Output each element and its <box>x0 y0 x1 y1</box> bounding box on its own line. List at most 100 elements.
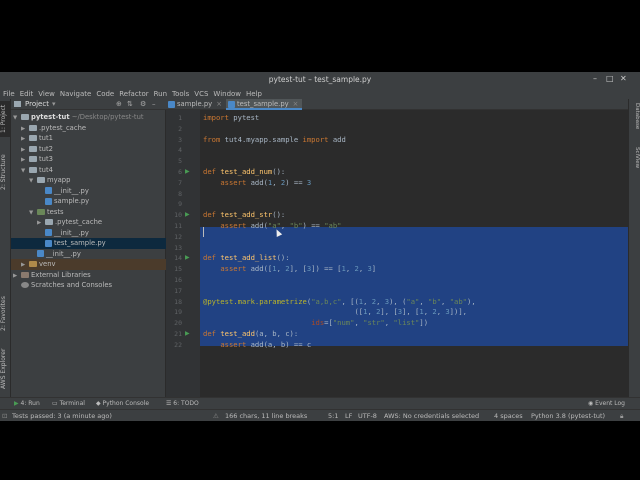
ide-window: pytest-tut – test_sample.py – □ ✕ File E… <box>0 72 640 421</box>
menu-help[interactable]: Help <box>246 90 262 98</box>
terminal-tool-label: Terminal <box>59 400 85 407</box>
menu-run[interactable]: Run <box>154 90 167 98</box>
tree-label: venv <box>39 260 56 268</box>
collapse-icon[interactable]: ⇅ <box>127 100 133 108</box>
tab-test-sample-py[interactable]: test_sample.py × <box>226 99 303 110</box>
tree-label: .pytest_cache <box>55 218 103 226</box>
code-line: @pytest.mark.parametrize("a,b,c", [(1, 2… <box>203 296 476 306</box>
tree-item-selected[interactable]: test_sample.py <box>11 238 166 249</box>
python-interpreter[interactable]: Python 3.8 (pytest-tut) <box>531 412 605 420</box>
line-number: 11 <box>174 222 182 230</box>
code-editor[interactable]: import pytest from tut4.myapp.sample impo… <box>200 110 628 397</box>
tree-item[interactable]: Scratches and Consoles <box>11 280 166 291</box>
tool-tab-sciview[interactable]: SciView <box>630 147 640 177</box>
python-file-icon <box>45 229 52 236</box>
line-separator[interactable]: LF <box>345 412 352 420</box>
menu-file[interactable]: File <box>3 90 15 98</box>
run-test-icon[interactable]: ▶ <box>185 210 190 221</box>
file-encoding[interactable]: UTF-8 <box>358 412 377 420</box>
menu-window[interactable]: Window <box>213 90 241 98</box>
cursor-position[interactable]: 5:1 <box>328 412 338 420</box>
line-number: 5 <box>178 157 182 166</box>
tree-item[interactable]: __init__.py <box>11 249 166 260</box>
tool-tab-favorites[interactable]: 2: Favorites <box>0 289 11 339</box>
python-console-label: Python Console <box>102 400 150 407</box>
indent-setting[interactable]: 4 spaces <box>494 412 523 420</box>
close-icon[interactable]: ✕ <box>620 74 627 83</box>
gear-icon[interactable]: ⚙ <box>140 100 146 108</box>
menu-edit[interactable]: Edit <box>20 90 34 98</box>
run-tool-button[interactable]: ▶ 4: Run <box>14 400 40 407</box>
code-line: def test_add(a, b, c): <box>203 329 299 338</box>
status-message[interactable]: Tests passed: 3 (a minute ago) <box>12 412 112 420</box>
run-test-icon[interactable]: ▶ <box>185 167 190 178</box>
tree-root[interactable]: ▼ pytest-tut ~/Desktop/pytest-tut <box>11 112 166 123</box>
run-test-icon[interactable]: ▶ <box>185 329 190 340</box>
folder-icon <box>21 114 29 120</box>
code-line: import pytest <box>203 113 260 122</box>
line-number: 19 <box>174 308 182 317</box>
editor-tabs: sample.py × test_sample.py × <box>166 99 628 110</box>
tree-item[interactable]: ▶ .pytest_cache <box>11 217 166 228</box>
tree-item[interactable]: ▼ tests <box>11 207 166 218</box>
tree-item[interactable]: ▶ tut2 <box>11 144 166 155</box>
line-number: 17 <box>174 286 182 295</box>
tool-tab-structure[interactable]: 2: Structure <box>0 147 11 197</box>
terminal-tool-button[interactable]: ▭ Terminal <box>52 400 85 407</box>
tree-item[interactable]: sample.py <box>11 196 166 207</box>
tree-label: __init__.py <box>54 186 89 195</box>
tree-item[interactable]: ▼ tut4 <box>11 165 166 176</box>
tool-tab-aws-explorer[interactable]: AWS Explorer <box>0 344 11 394</box>
terminal-icon: ▭ <box>52 400 60 407</box>
code-line: assert add("a", "b") == "ab" <box>220 221 342 230</box>
folder-icon <box>29 135 37 141</box>
tree-item[interactable]: ▼ myapp <box>11 175 166 186</box>
globe-icon[interactable]: ⊕ <box>116 100 122 108</box>
aws-credentials[interactable]: AWS: No credentials selected <box>384 412 479 420</box>
menu-navigate[interactable]: Navigate <box>60 90 91 98</box>
todo-tool-button[interactable]: ☰ 6: TODO <box>166 400 199 407</box>
line-number: 7 <box>178 178 182 187</box>
menu-refactor[interactable]: Refactor <box>119 90 148 98</box>
line-number: 14 <box>174 254 182 263</box>
folder-icon <box>29 156 37 162</box>
line-number: 20 <box>174 319 182 328</box>
line-number: 4 <box>178 146 182 155</box>
tab-sample-py[interactable]: sample.py × <box>166 99 226 110</box>
project-panel-label[interactable]: Project <box>25 100 49 108</box>
menu-vcs[interactable]: VCS <box>194 90 208 98</box>
run-test-icon[interactable]: ▶ <box>185 253 190 264</box>
minimize-icon[interactable]: – <box>593 74 597 83</box>
close-icon[interactable]: × <box>293 100 299 108</box>
maximize-icon[interactable]: □ <box>606 74 614 83</box>
tree-item[interactable]: __init__.py <box>11 228 166 239</box>
hide-icon[interactable]: – <box>152 100 156 108</box>
line-number: 8 <box>178 189 182 198</box>
tree-item[interactable]: ▶ tut1 <box>11 133 166 144</box>
tree-label: sample.py <box>54 197 90 205</box>
tool-tab-project[interactable]: 1: Project <box>0 101 11 137</box>
tree-label: Scratches and Consoles <box>31 281 113 289</box>
tree-item[interactable]: ▶ venv <box>11 259 166 270</box>
code-line: from tut4.myapp.sample import add <box>203 134 346 144</box>
lock-icon[interactable]: 🔒︎ <box>620 412 623 421</box>
chevron-down-icon[interactable]: ▾ <box>52 100 56 108</box>
tree-label: tut1 <box>39 134 53 142</box>
code-line: def test_add_str(): <box>203 210 286 220</box>
folder-icon <box>29 166 37 173</box>
tree-item[interactable]: __init__.py <box>11 186 166 197</box>
code-line: ids=["num", "str", "list"]) <box>311 318 429 328</box>
tree-item[interactable]: ▶ External Libraries <box>11 270 166 281</box>
menu-code[interactable]: Code <box>96 90 114 98</box>
tree-item[interactable]: ▶ tut3 <box>11 154 166 165</box>
menu-view[interactable]: View <box>38 90 55 98</box>
folder-icon <box>37 208 45 215</box>
status-icon[interactable]: ⊡ <box>2 412 7 420</box>
python-console-button[interactable]: ◆ Python Console <box>96 400 149 407</box>
event-log-button[interactable]: ◉ Event Log <box>588 400 625 407</box>
line-number: 9 <box>178 200 182 209</box>
menu-tools[interactable]: Tools <box>172 90 189 98</box>
close-icon[interactable]: × <box>216 100 222 108</box>
tool-tab-database[interactable]: Database <box>630 103 640 138</box>
tree-item[interactable]: ▶ .pytest_cache <box>11 123 166 134</box>
